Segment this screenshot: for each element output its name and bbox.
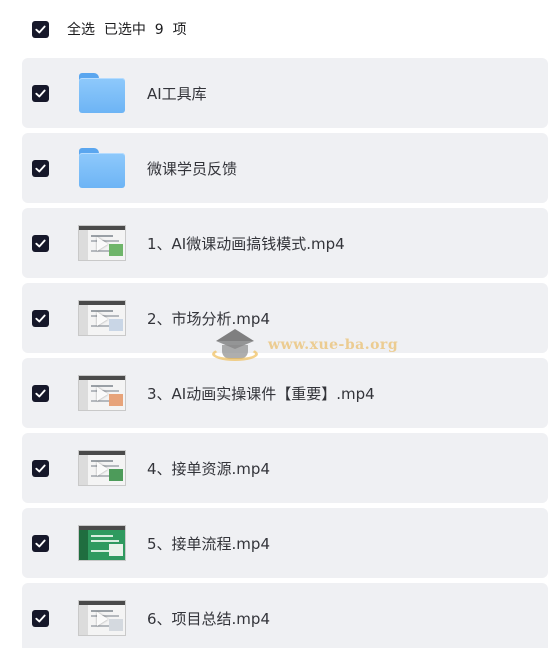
select-all-checkbox[interactable] [32, 20, 49, 38]
play-icon [97, 237, 108, 251]
item-checkbox[interactable] [32, 309, 49, 327]
checkmark-icon [35, 164, 46, 172]
item-name: 2、市场分析.mp4 [147, 309, 270, 328]
checkmark-icon [35, 614, 46, 622]
list-item[interactable]: 微课学员反馈 [22, 133, 548, 203]
file-list-page: 全选 已选中 9 项 AI工具库 微课学员反馈 1、AI微课动画搞钱模式.mp4… [0, 0, 548, 648]
video-thumbnail [77, 448, 127, 488]
list-item[interactable]: 6、项目总结.mp4 [22, 583, 548, 648]
video-thumbnail [77, 598, 127, 638]
checkmark-icon [35, 389, 46, 397]
checkmark-icon [35, 25, 46, 33]
checkmark-icon [35, 239, 46, 247]
item-checkbox[interactable] [32, 234, 49, 252]
checkmark-icon [35, 314, 46, 322]
play-icon [97, 387, 108, 401]
item-name: AI工具库 [147, 84, 207, 103]
item-name: 4、接单资源.mp4 [147, 459, 270, 478]
video-thumbnail [77, 223, 127, 263]
checkmark-icon [35, 539, 46, 547]
play-icon [97, 312, 108, 326]
item-name: 微课学员反馈 [147, 159, 238, 178]
item-name: 1、AI微课动画搞钱模式.mp4 [147, 234, 345, 253]
item-name: 5、接单流程.mp4 [147, 534, 270, 553]
play-icon [97, 462, 108, 476]
item-checkbox[interactable] [32, 609, 49, 627]
item-checkbox[interactable] [32, 459, 49, 477]
item-name: 6、项目总结.mp4 [147, 609, 270, 628]
video-thumbnail [77, 523, 127, 563]
item-checkbox[interactable] [32, 384, 49, 402]
folder-icon [77, 73, 127, 113]
selection-summary: 全选 已选中 9 项 [67, 22, 187, 38]
list-item[interactable]: 5、接单流程.mp4 [22, 508, 548, 578]
select-all-bar: 全选 已选中 9 项 [0, 0, 548, 58]
list-item[interactable]: 1、AI微课动画搞钱模式.mp4 [22, 208, 548, 278]
list-item[interactable]: AI工具库 [22, 58, 548, 128]
list-item[interactable]: 2、市场分析.mp4 [22, 283, 548, 353]
folder-icon [77, 148, 127, 188]
video-thumbnail [77, 373, 127, 413]
checkmark-icon [35, 464, 46, 472]
item-checkbox[interactable] [32, 84, 49, 102]
checkmark-icon [35, 89, 46, 97]
item-name: 3、AI动画实操课件【重要】.mp4 [147, 384, 375, 403]
video-thumbnail [77, 298, 127, 338]
list-item[interactable]: 4、接单资源.mp4 [22, 433, 548, 503]
list-item[interactable]: 3、AI动画实操课件【重要】.mp4 [22, 358, 548, 428]
play-icon [97, 612, 108, 626]
item-checkbox[interactable] [32, 159, 49, 177]
item-checkbox[interactable] [32, 534, 49, 552]
